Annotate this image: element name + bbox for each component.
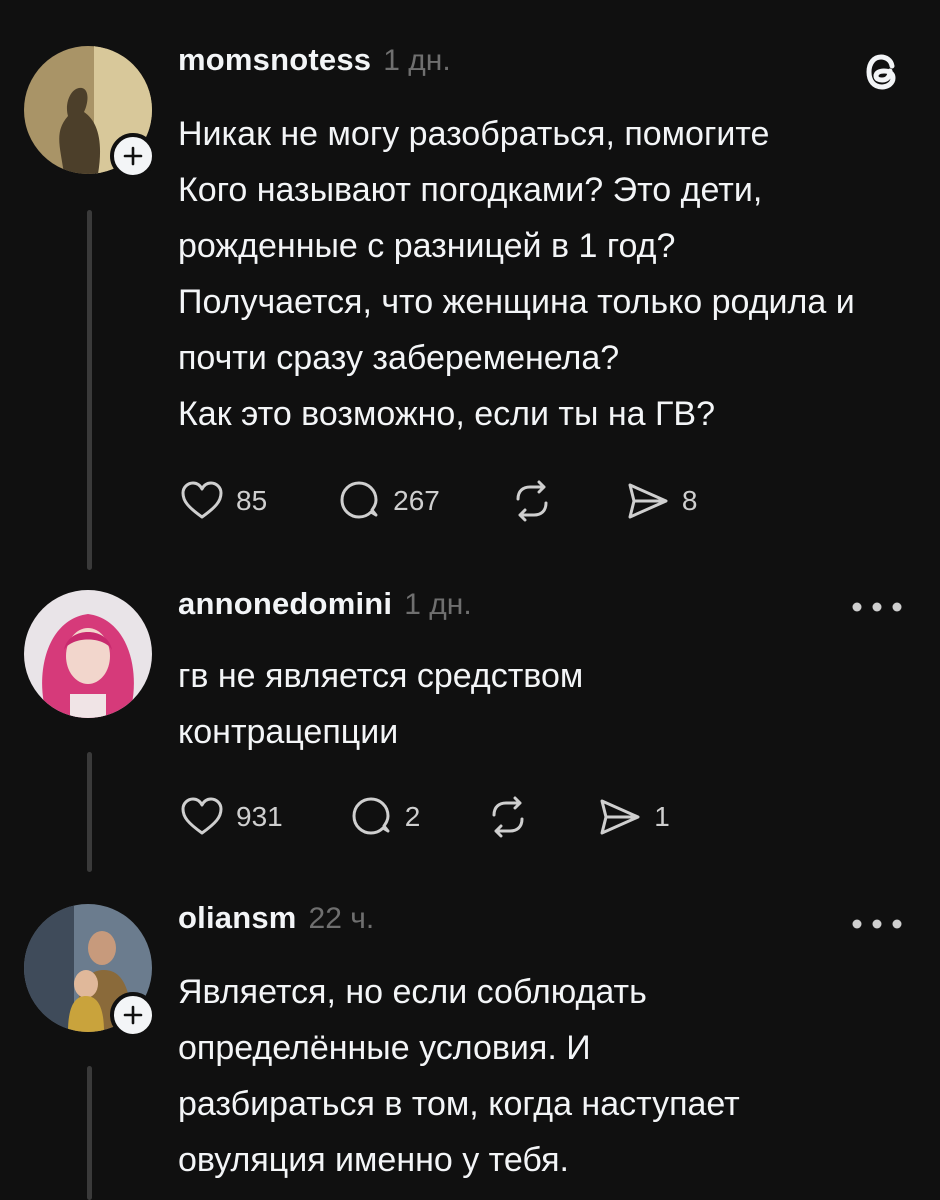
like-count: 85 [236,485,268,516]
repost-icon [492,796,524,838]
username[interactable]: momsnotess [178,42,371,78]
username[interactable]: oliansm [178,900,297,936]
thread-line [87,1066,92,1200]
plus-icon [123,146,143,166]
repost-button[interactable] [484,793,532,841]
heart-icon [181,797,223,835]
share-count: 1 [654,801,670,832]
share-button[interactable]: 8 [624,477,698,525]
repost-button[interactable] [508,477,556,525]
post-header: annonedomini 1 дн. [178,586,472,622]
thread-line [87,752,92,872]
like-count: 931 [236,801,283,832]
action-bar: 85 267 8 [178,476,697,526]
like-button[interactable]: 931 [178,793,283,841]
avatar[interactable] [24,590,152,718]
share-button[interactable]: 1 [596,793,670,841]
post-header: momsnotess 1 дн. [178,42,451,78]
reply-count: 2 [404,801,421,832]
reply-button[interactable]: 2 [347,793,421,841]
timestamp: 22 ч. [308,902,375,935]
send-icon [600,799,640,835]
more-horizontal-icon[interactable] [850,917,904,931]
share-count: 8 [681,485,698,516]
timestamp: 1 дн. [383,44,451,77]
timestamp: 1 дн. [404,588,472,621]
comment-icon [340,481,378,519]
like-button[interactable]: 85 [178,477,267,525]
follow-button[interactable] [110,133,156,179]
action-bar: 931 2 1 [178,792,670,842]
username[interactable]: annonedomini [178,586,392,622]
post-text: Никак не могу разобраться, помогите Кого… [178,115,855,433]
threads-logo-icon[interactable] [856,46,908,98]
reply-button[interactable]: 267 [335,477,440,525]
heart-icon [181,481,223,519]
thread-line [87,210,92,570]
comment-icon [352,797,390,835]
send-icon [628,483,668,519]
repost-icon [516,480,548,522]
more-horizontal-icon[interactable] [850,600,904,614]
plus-icon [123,1005,143,1025]
follow-button[interactable] [110,992,156,1038]
post-text: гв не является средством контрацепции [178,657,584,751]
post-header: oliansm 22 ч. [178,900,374,936]
post-text: Является, но если соблюдать определённые… [178,973,740,1179]
reply-count: 267 [393,485,440,516]
